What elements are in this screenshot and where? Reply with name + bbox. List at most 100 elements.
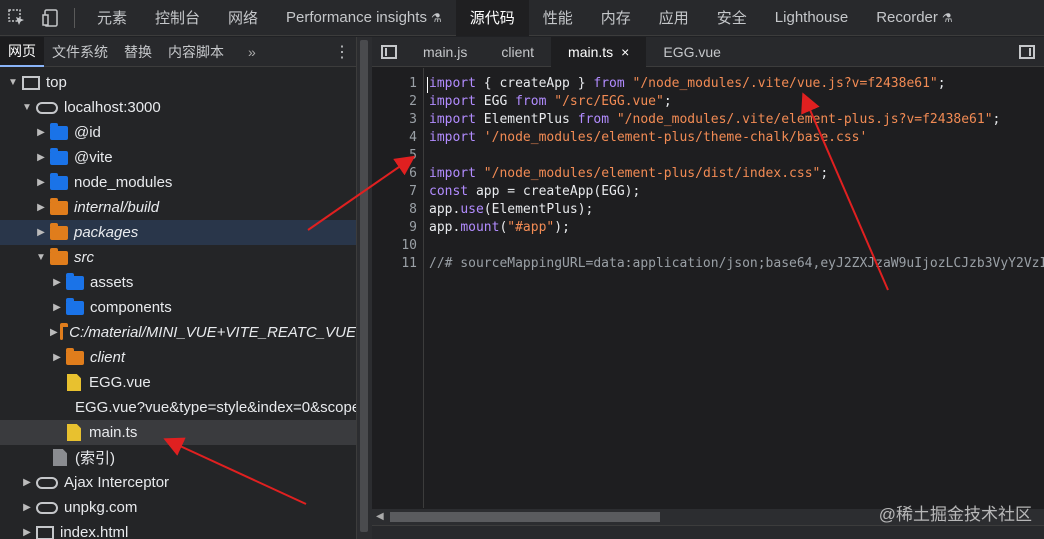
folder-icon: [59, 322, 69, 340]
tree-item-internal-build-folder[interactable]: ▶ internal/build: [0, 195, 356, 220]
tree-item-assets-folder[interactable]: ▶ assets: [0, 270, 356, 295]
collapsed-arrow-icon[interactable]: ▶: [50, 327, 58, 338]
collapsed-arrow-icon[interactable]: ▶: [50, 302, 64, 313]
close-icon[interactable]: ×: [621, 44, 629, 60]
editor-tab-main-js[interactable]: main.js: [406, 37, 484, 67]
frame-icon: [36, 525, 54, 539]
navigator-tab-filesystem[interactable]: 文件系统: [44, 37, 116, 67]
tab-recorder[interactable]: Recorder ⚗: [862, 0, 966, 36]
tab-lighthouse[interactable]: Lighthouse: [761, 0, 862, 36]
tree-item-packages-folder[interactable]: ▶ packages: [0, 220, 356, 245]
tab-application[interactable]: 应用: [645, 0, 703, 36]
line-number[interactable]: 6: [377, 165, 417, 183]
tree-item-label: EGG.vue?vue&type=style&index=0&scoped=tr…: [75, 399, 356, 416]
tab-console[interactable]: 控制台: [141, 0, 214, 36]
tree-item-src-folder[interactable]: ▼ src: [0, 245, 356, 270]
tab-memory[interactable]: 内存: [587, 0, 645, 36]
tree-item-top[interactable]: ▼ top: [0, 70, 356, 95]
expanded-arrow-icon[interactable]: ▼: [34, 252, 48, 263]
tree-item-localhost[interactable]: ▼ localhost:3000: [0, 95, 356, 120]
tab-security[interactable]: 安全: [703, 0, 761, 36]
navigator-scrollbar-thumb[interactable]: [360, 40, 368, 532]
tree-item-label: client: [90, 349, 126, 366]
tree-item-id-folder[interactable]: ▶ @id: [0, 120, 356, 145]
tab-performance[interactable]: 性能: [529, 0, 587, 36]
navigator-tab-content-scripts[interactable]: 内容脚本: [160, 37, 232, 67]
kebab-menu-icon[interactable]: ⋮: [334, 42, 356, 62]
tree-item-label: internal/build: [74, 199, 160, 216]
editor-tab-egg-vue[interactable]: EGG.vue: [646, 37, 738, 67]
scroll-left-icon[interactable]: ◀: [376, 511, 384, 522]
source-editor: main.js client main.ts × EGG.vue 1 2 3 4 …: [372, 36, 1044, 539]
tree-item-index-html[interactable]: ▶ index.html: [0, 520, 356, 539]
collapsed-arrow-icon[interactable]: ▶: [34, 202, 48, 213]
expanded-arrow-icon[interactable]: ▼: [6, 77, 20, 88]
line-number[interactable]: 5: [377, 147, 417, 165]
tree-item-egg-vue-style[interactable]: EGG.vue?vue&type=style&index=0&scoped=tr…: [0, 395, 356, 420]
collapsed-arrow-icon[interactable]: ▶: [34, 227, 48, 238]
editor-tab-main-ts[interactable]: main.ts ×: [551, 36, 647, 67]
collapsed-arrow-icon[interactable]: ▶: [34, 177, 48, 188]
tab-elements[interactable]: 元素: [83, 0, 141, 36]
tree-item-material-folder[interactable]: ▶ C:/material/MINI_VUE+VITE_REATC_VUE: [0, 320, 356, 345]
sources-navigator: 网页 文件系统 替换 内容脚本 » ⋮ ▼ top ▼ localhost:3000…: [0, 36, 356, 539]
tab-performance-insights[interactable]: Performance insights ⚗: [272, 0, 456, 36]
navigator-tab-page[interactable]: 网页: [0, 36, 44, 67]
collapsed-arrow-icon[interactable]: ▶: [20, 502, 34, 513]
more-tabs-button[interactable]: »: [240, 37, 264, 67]
collapsed-arrow-icon[interactable]: ▶: [34, 152, 48, 163]
line-number[interactable]: 9: [377, 219, 417, 237]
toolbar-divider: [74, 7, 75, 28]
folder-icon: [50, 122, 68, 140]
collapsed-arrow-icon[interactable]: ▶: [34, 127, 48, 138]
tree-item-label: packages: [74, 224, 139, 241]
code-line: import "/node_modules/element-plus/dist/…: [429, 166, 829, 181]
folder-icon: [50, 172, 68, 190]
collapsed-arrow-icon[interactable]: ▶: [50, 277, 64, 288]
line-number[interactable]: 1: [377, 75, 417, 93]
document-icon: [53, 449, 67, 466]
tree-item-node-modules-folder[interactable]: ▶ node_modules: [0, 170, 356, 195]
line-number[interactable]: 8: [377, 201, 417, 219]
line-number[interactable]: 11: [377, 255, 417, 273]
line-number-gutter: 1 2 3 4 5 6 7 8 9 10 11: [372, 68, 424, 508]
tree-item-label: (索引): [75, 450, 115, 467]
collapsed-arrow-icon[interactable]: ▶: [50, 352, 64, 363]
code-area[interactable]: import { createApp } from "/node_modules…: [429, 68, 1044, 508]
tab-sources[interactable]: 源代码: [455, 0, 529, 36]
tab-network[interactable]: 网络: [214, 0, 272, 36]
toggle-debugger-icon[interactable]: [1010, 37, 1044, 67]
tree-item-unpkg[interactable]: ▶ unpkg.com: [0, 495, 356, 520]
tree-item-label: index.html: [60, 524, 129, 539]
inspect-element-icon[interactable]: [0, 0, 34, 36]
text-cursor: [427, 77, 428, 93]
editor-tab-client[interactable]: client: [484, 37, 551, 67]
horizontal-scrollbar-thumb[interactable]: [390, 512, 660, 522]
tree-item-client-folder[interactable]: ▶ client: [0, 345, 356, 370]
tree-item-egg-vue[interactable]: EGG.vue: [0, 370, 356, 395]
line-number[interactable]: 7: [377, 183, 417, 201]
toggle-navigator-icon[interactable]: [372, 37, 406, 67]
code-line: app.use(ElementPlus);: [429, 202, 594, 217]
line-number[interactable]: 3: [377, 111, 417, 129]
device-toolbar-icon[interactable]: [34, 0, 68, 36]
code-line: import { createApp } from "/node_modules…: [429, 76, 946, 91]
tree-item-main-ts[interactable]: main.ts: [0, 420, 356, 445]
folder-icon: [50, 222, 68, 240]
navigator-tab-overrides[interactable]: 替换: [116, 37, 160, 67]
tree-item-label: localhost:3000: [64, 99, 161, 116]
tree-item-vite-folder[interactable]: ▶ @vite: [0, 145, 356, 170]
collapsed-arrow-icon[interactable]: ▶: [20, 527, 34, 538]
cloud-icon: [36, 476, 58, 489]
line-number[interactable]: 2: [377, 93, 417, 111]
line-number[interactable]: 10: [377, 237, 417, 255]
expanded-arrow-icon[interactable]: ▼: [20, 102, 34, 113]
tree-item-components-folder[interactable]: ▶ components: [0, 295, 356, 320]
code-line: app.mount("#app");: [429, 220, 570, 235]
tree-item-ajax-interceptor[interactable]: ▶ Ajax Interceptor: [0, 470, 356, 495]
tree-item-index[interactable]: (索引): [0, 445, 356, 470]
editor-tab-label: main.ts: [568, 43, 614, 60]
tree-item-label: main.ts: [89, 424, 138, 441]
collapsed-arrow-icon[interactable]: ▶: [20, 477, 34, 488]
line-number[interactable]: 4: [377, 129, 417, 147]
